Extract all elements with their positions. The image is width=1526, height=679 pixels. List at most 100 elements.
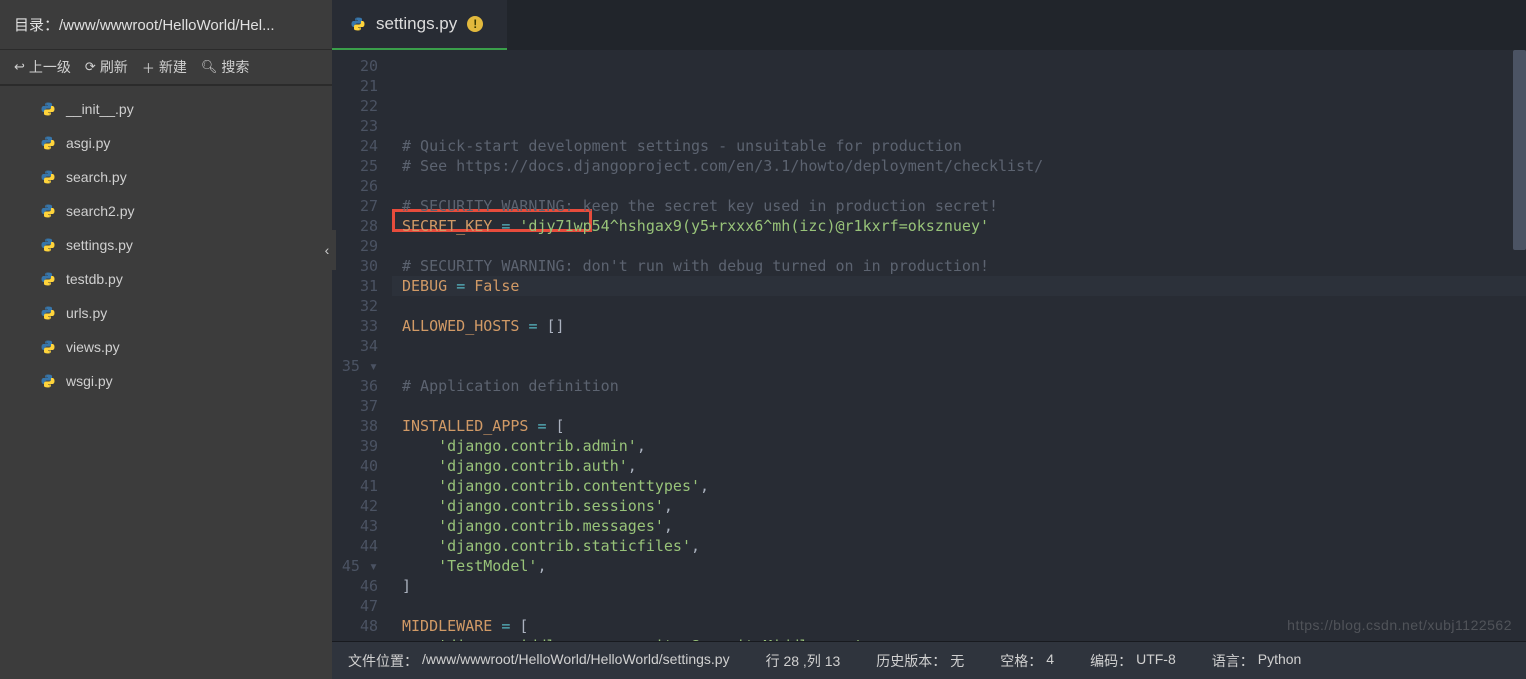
code-line[interactable]: # SECURITY WARNING: don't run with debug… [392, 256, 1526, 276]
code-line[interactable]: DEBUG = False [392, 276, 1526, 296]
line-number: 31 [332, 276, 378, 296]
file-item[interactable]: search.py [0, 160, 332, 194]
code-line[interactable] [392, 596, 1526, 616]
line-number: 26 [332, 176, 378, 196]
code-line[interactable] [392, 116, 1526, 136]
python-icon [40, 339, 56, 355]
code-line[interactable] [392, 356, 1526, 376]
editor[interactable]: 20212223242526272829303132333435 ▾363738… [332, 50, 1526, 641]
plus-icon: ＋ [142, 58, 155, 77]
code-line[interactable]: 'django.contrib.sessions', [392, 496, 1526, 516]
sidebar-toolbar: ↩上一级 ⟳刷新 ＋新建 🔍︎搜索 [0, 50, 332, 86]
refresh-icon: ⟳ [85, 59, 96, 75]
line-number: 29 [332, 236, 378, 256]
file-name: __init__.py [66, 101, 134, 117]
vertical-scrollbar[interactable] [1513, 50, 1526, 250]
line-number: 34 [332, 336, 378, 356]
line-number: 47 [332, 596, 378, 616]
code-line[interactable] [392, 236, 1526, 256]
line-number: 25 [332, 156, 378, 176]
code-line[interactable]: # Application definition [392, 376, 1526, 396]
file-item[interactable]: search2.py [0, 194, 332, 228]
editor-main: settings.py ! ‹ 202122232425262728293031… [332, 0, 1526, 679]
up-button[interactable]: ↩上一级 [14, 57, 71, 77]
line-number: 41 [332, 476, 378, 496]
tab-settings[interactable]: settings.py ! [332, 0, 507, 50]
up-label: 上一级 [29, 57, 71, 77]
line-number: 44 [332, 536, 378, 556]
line-number: 22 [332, 96, 378, 116]
file-name: search.py [66, 169, 127, 185]
line-number: 40 [332, 456, 378, 476]
code-line[interactable]: ALLOWED_HOSTS = [] [392, 316, 1526, 336]
reply-icon: ↩ [14, 59, 25, 75]
line-number: 23 [332, 116, 378, 136]
file-item[interactable]: testdb.py [0, 262, 332, 296]
tab-label: settings.py [376, 14, 457, 34]
code-line[interactable]: # See https://docs.djangoproject.com/en/… [392, 156, 1526, 176]
line-number: 20 [332, 56, 378, 76]
line-number: 37 [332, 396, 378, 416]
code-line[interactable]: 'django.contrib.staticfiles', [392, 536, 1526, 556]
code-line[interactable]: 'django.contrib.auth', [392, 456, 1526, 476]
line-number: 45 ▾ [332, 556, 378, 576]
file-list: __init__.py asgi.py search.py search2.py set… [0, 86, 332, 679]
line-number: 38 [332, 416, 378, 436]
file-item[interactable]: asgi.py [0, 126, 332, 160]
status-filepath: 文件位置：/www/wwwroot/HelloWorld/HelloWorld/… [348, 651, 730, 671]
code-line[interactable] [392, 296, 1526, 316]
file-item[interactable]: views.py [0, 330, 332, 364]
code-line[interactable]: # Quick-start development settings - uns… [392, 136, 1526, 156]
line-number: 39 [332, 436, 378, 456]
file-name: wsgi.py [66, 373, 113, 389]
code-line[interactable]: INSTALLED_APPS = [ [392, 416, 1526, 436]
refresh-button[interactable]: ⟳刷新 [85, 57, 128, 77]
code-line[interactable]: SECRET_KEY = 'djy71wp54^hshgax9(y5+rxxx6… [392, 216, 1526, 236]
line-number: 24 [332, 136, 378, 156]
code-line[interactable]: 'django.contrib.contenttypes', [392, 476, 1526, 496]
code-line[interactable]: 'django.contrib.admin', [392, 436, 1526, 456]
line-number: 33 [332, 316, 378, 336]
file-item[interactable]: __init__.py [0, 92, 332, 126]
new-label: 新建 [159, 57, 187, 77]
code-line[interactable]: 'TestModel', [392, 556, 1526, 576]
line-number: 43 [332, 516, 378, 536]
python-icon [350, 16, 366, 32]
status-language[interactable]: 语言：Python [1212, 651, 1302, 671]
search-label: 搜索 [221, 57, 249, 77]
status-history[interactable]: 历史版本：无 [876, 651, 964, 671]
code-line[interactable] [392, 336, 1526, 356]
code-line[interactable]: MIDDLEWARE = [ [392, 616, 1526, 636]
python-icon [40, 271, 56, 287]
code-line[interactable]: 'django.contrib.messages', [392, 516, 1526, 536]
tab-bar: settings.py ! [332, 0, 1526, 50]
code-line[interactable] [392, 176, 1526, 196]
line-number: 27 [332, 196, 378, 216]
status-indent[interactable]: 空格：4 [1000, 651, 1054, 671]
code-line[interactable]: # SECURITY WARNING: keep the secret key … [392, 196, 1526, 216]
status-encoding[interactable]: 编码：UTF-8 [1090, 651, 1176, 671]
line-gutter: 20212223242526272829303132333435 ▾363738… [332, 50, 392, 641]
code-line[interactable]: ] [392, 576, 1526, 596]
file-item[interactable]: settings.py [0, 228, 332, 262]
file-item[interactable]: urls.py [0, 296, 332, 330]
line-number: 35 ▾ [332, 356, 378, 376]
file-name: search2.py [66, 203, 134, 219]
line-number: 36 [332, 376, 378, 396]
code-line[interactable]: 'django.middleware.security.SecurityMidd… [392, 636, 1526, 641]
python-icon [40, 305, 56, 321]
python-icon [40, 169, 56, 185]
search-button[interactable]: 🔍︎搜索 [201, 57, 250, 77]
line-number: 42 [332, 496, 378, 516]
line-number: 48 [332, 616, 378, 636]
code-area[interactable]: # Quick-start development settings - uns… [392, 50, 1526, 641]
file-item[interactable]: wsgi.py [0, 364, 332, 398]
python-icon [40, 101, 56, 117]
python-icon [40, 237, 56, 253]
file-name: asgi.py [66, 135, 110, 151]
sidebar-collapse-handle[interactable]: ‹ [318, 230, 336, 270]
code-line[interactable] [392, 396, 1526, 416]
line-number: 21 [332, 76, 378, 96]
new-button[interactable]: ＋新建 [142, 57, 187, 77]
python-icon [40, 373, 56, 389]
